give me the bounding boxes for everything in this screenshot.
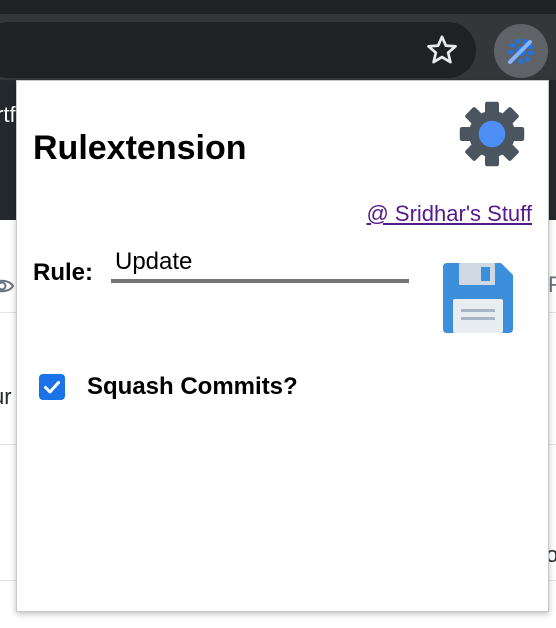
gear-wrench-icon xyxy=(508,38,534,64)
author-link[interactable]: @ Sridhar's Stuff xyxy=(366,201,532,227)
extension-button[interactable] xyxy=(494,24,548,78)
browser-tabstrip xyxy=(0,0,556,14)
eye-icon xyxy=(0,279,14,293)
star-icon[interactable] xyxy=(424,32,460,68)
floppy-disk-icon xyxy=(443,263,513,333)
popup-title: Rulextension xyxy=(33,129,247,167)
background-text: rtf xyxy=(0,102,16,127)
save-button[interactable] xyxy=(439,259,517,337)
background-text: ur xyxy=(0,384,12,409)
extension-popup: Rulextension @ Sridhar's Stuff Rule: Upd… xyxy=(16,80,549,612)
gear-icon[interactable] xyxy=(457,99,527,169)
rule-label: Rule: xyxy=(33,259,93,286)
squash-commits-checkbox[interactable] xyxy=(39,374,65,400)
address-bar[interactable] xyxy=(0,22,476,78)
rule-input[interactable] xyxy=(111,245,409,283)
squash-commits-row[interactable]: Squash Commits? xyxy=(39,373,298,401)
checkmark-icon xyxy=(44,381,60,394)
squash-commits-label: Squash Commits? xyxy=(87,373,298,400)
background-text: F xyxy=(548,272,556,297)
